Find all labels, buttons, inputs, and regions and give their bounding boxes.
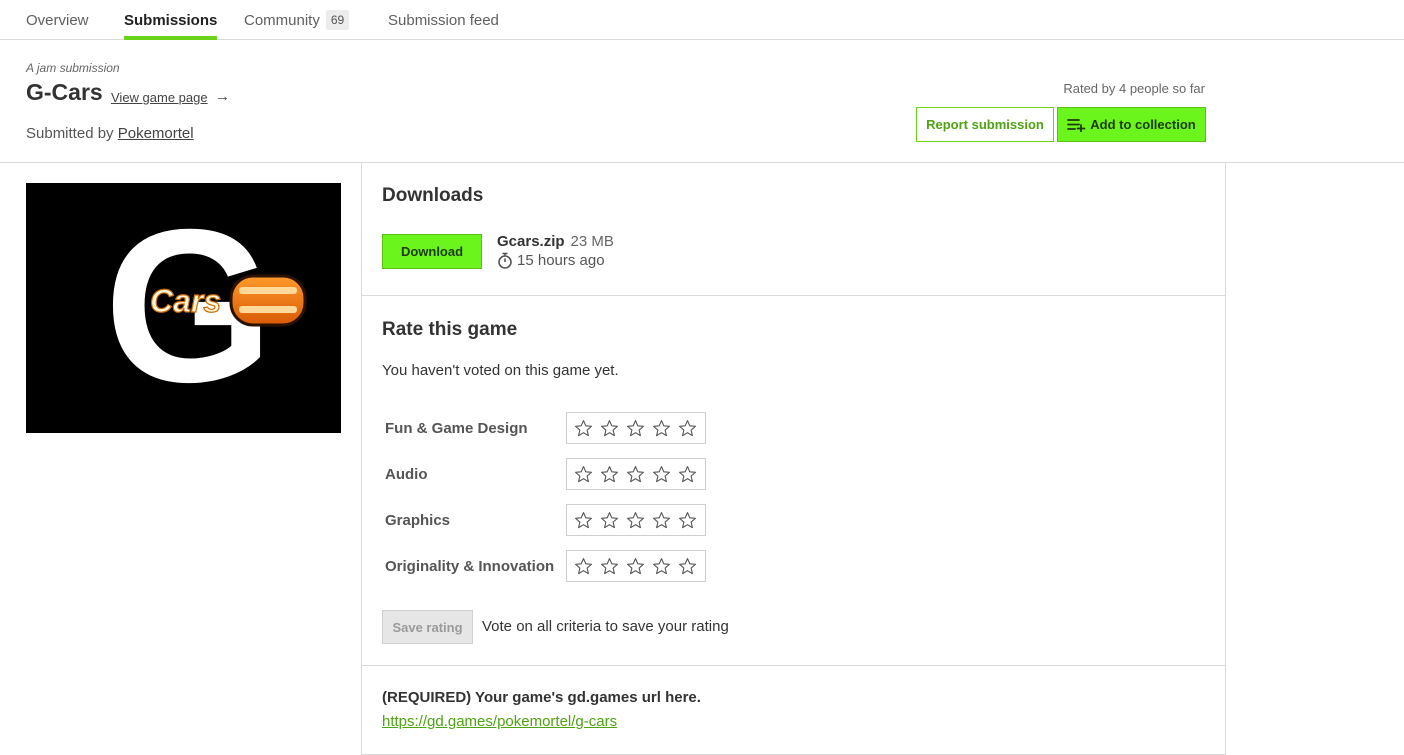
vote-status: You haven't voted on this game yet. — [382, 362, 619, 379]
star-icon[interactable] — [570, 461, 596, 487]
tab-overview[interactable]: Overview — [26, 0, 89, 40]
criterion-label-graphics: Graphics — [385, 512, 451, 529]
custom-field-section: (REQUIRED) Your game's gd.games url here… — [362, 666, 1225, 755]
star-rating-fun[interactable] — [566, 412, 706, 444]
view-game-page-link[interactable]: View game page — [111, 90, 208, 105]
star-icon[interactable] — [648, 553, 674, 579]
star-icon[interactable] — [648, 507, 674, 533]
download-button[interactable]: Download — [382, 234, 482, 269]
star-icon[interactable] — [596, 553, 622, 579]
submission-content: Downloads Download Gcars.zip 23 MB 15 hou… — [361, 163, 1226, 755]
game-title: G-Cars — [26, 79, 103, 105]
star-icon[interactable] — [622, 507, 648, 533]
star-rating-graphics[interactable] — [566, 504, 706, 536]
submission-header: A jam submission G-Cars View game page →… — [0, 40, 1404, 163]
report-submission-button[interactable]: Report submission — [916, 107, 1054, 142]
stopwatch-icon — [498, 252, 512, 269]
criterion-label-audio: Audio — [385, 466, 428, 483]
star-icon[interactable] — [622, 415, 648, 441]
file-info: Gcars.zip 23 MB — [497, 233, 614, 250]
star-icon[interactable] — [570, 415, 596, 441]
game-cover-image: G Cars — [26, 183, 341, 433]
svg-text:Cars: Cars — [150, 283, 221, 319]
add-to-collection-label: Add to collection — [1090, 117, 1196, 132]
add-to-collection-button[interactable]: Add to collection — [1057, 107, 1206, 142]
arrow-right-icon: → — [215, 88, 230, 105]
criterion-label-originality: Originality & Innovation — [385, 558, 555, 575]
star-icon[interactable] — [648, 461, 674, 487]
star-icon[interactable] — [596, 415, 622, 441]
upload-time: 15 hours ago — [497, 252, 605, 269]
star-rating-originality[interactable] — [566, 550, 706, 582]
star-icon[interactable] — [674, 553, 700, 579]
tab-submissions[interactable]: Submissions — [124, 0, 218, 40]
star-icon[interactable] — [648, 415, 674, 441]
jam-submission-label: A jam submission — [26, 61, 120, 75]
save-rating-button[interactable]: Save rating — [382, 610, 473, 644]
tab-community-label: Community — [244, 12, 320, 29]
file-size: 23 MB — [570, 233, 614, 250]
star-icon[interactable] — [622, 461, 648, 487]
upload-time-text: 15 hours ago — [517, 252, 605, 269]
star-icon[interactable] — [622, 553, 648, 579]
add-to-list-icon — [1067, 118, 1086, 132]
star-icon[interactable] — [570, 507, 596, 533]
top-nav: Overview Submissions Community 69 Submiss… — [0, 0, 1404, 40]
downloads-heading: Downloads — [382, 185, 484, 206]
community-count-badge: 69 — [325, 10, 350, 30]
rating-heading: Rate this game — [382, 319, 518, 340]
author-link[interactable]: Pokemortel — [118, 125, 194, 142]
g-cars-logo: G Cars — [38, 185, 307, 428]
file-name: Gcars.zip — [497, 233, 565, 250]
star-icon[interactable] — [570, 553, 596, 579]
star-icon[interactable] — [596, 507, 622, 533]
submitted-by: Submitted by Pokemortel — [26, 125, 194, 142]
star-icon[interactable] — [674, 507, 700, 533]
submitted-by-prefix: Submitted by — [26, 125, 114, 142]
star-icon[interactable] — [674, 461, 700, 487]
tab-community[interactable]: Community 69 — [244, 0, 350, 40]
star-rating-audio[interactable] — [566, 458, 706, 490]
gd-games-url-link[interactable]: https://gd.games/pokemortel/g-cars — [382, 713, 617, 730]
rated-by-count: Rated by 4 people so far — [1063, 81, 1205, 96]
rating-section: Rate this game You haven't voted on this… — [362, 296, 1225, 666]
downloads-section: Downloads Download Gcars.zip 23 MB 15 hou… — [362, 163, 1225, 296]
criterion-label-fun: Fun & Game Design — [385, 420, 528, 437]
tab-submission-feed[interactable]: Submission feed — [388, 0, 499, 40]
save-rating-hint: Vote on all criteria to save your rating — [482, 618, 729, 635]
star-icon[interactable] — [674, 415, 700, 441]
custom-field-label: (REQUIRED) Your game's gd.games url here… — [382, 689, 701, 706]
star-icon[interactable] — [596, 461, 622, 487]
